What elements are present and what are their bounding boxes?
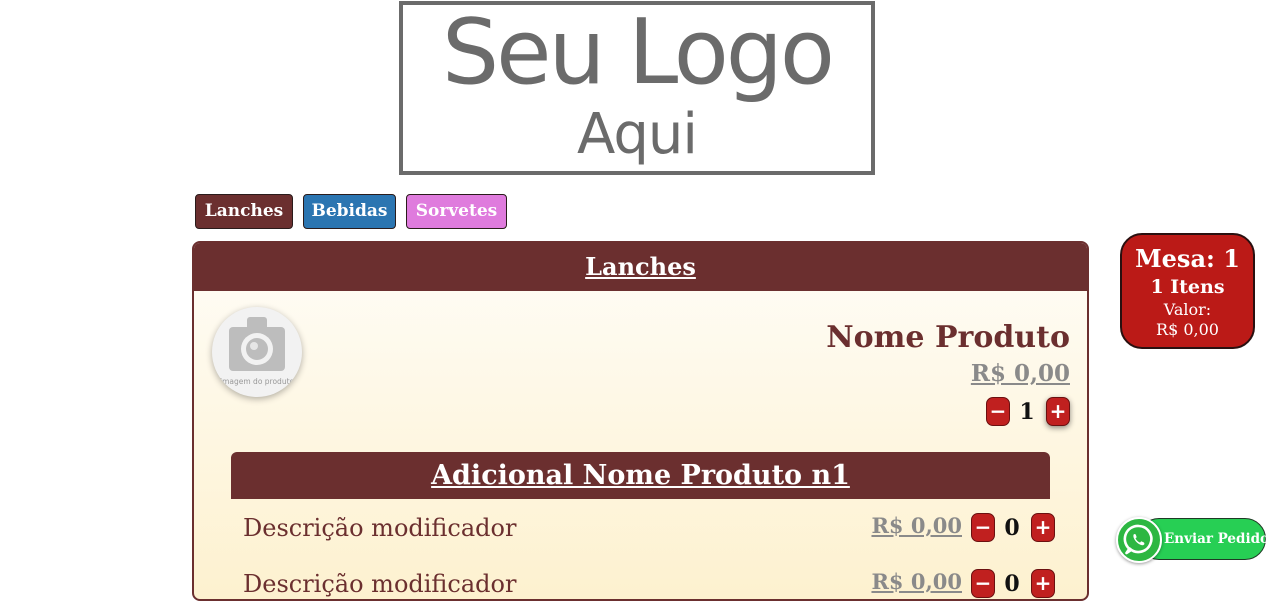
tab-sorvetes[interactable]: Sorvetes [406, 194, 507, 229]
value-label: Valor: [1163, 300, 1212, 319]
product-quantity: 1 [1019, 399, 1035, 425]
product-name: Nome Produto [826, 320, 1070, 355]
logo: Seu Logo Aqui [399, 1, 875, 175]
category-title: Lanches [194, 243, 1087, 291]
product-image: Imagem do produto [212, 307, 302, 397]
addon-title: Adicional Nome Produto n1 [231, 452, 1050, 499]
table-summary-badge[interactable]: Mesa: 1 1 Itens Valor: R$ 0,00 [1120, 233, 1255, 349]
category-panel: Lanches Imagem do produto Nome Produto R… [192, 241, 1089, 601]
modifier-quantity: 0 [1004, 515, 1020, 541]
decrease-quantity-button[interactable]: − [986, 397, 1010, 426]
total-value: R$ 0,00 [1156, 320, 1219, 339]
modifier-decrease-button[interactable]: − [971, 513, 995, 542]
modifier-description: Descrição modificador [243, 514, 517, 542]
product-image-caption: Imagem do produto [219, 377, 295, 386]
tab-lanches[interactable]: Lanches [195, 194, 293, 229]
modifier-quantity: 0 [1004, 571, 1020, 597]
camera-icon [229, 317, 285, 371]
modifier-price: R$ 0,00 [871, 513, 962, 538]
increase-quantity-button[interactable]: + [1046, 397, 1070, 426]
items-count: 1 Itens [1150, 276, 1225, 298]
modifier-price: R$ 0,00 [871, 569, 962, 594]
send-order-button[interactable]: Enviar Pedido [1116, 517, 1270, 563]
modifier-increase-button[interactable]: + [1031, 569, 1055, 598]
product-price: R$ 0,00 [970, 360, 1070, 387]
logo-line1: Seu Logo [442, 0, 835, 105]
logo-line2: Aqui [577, 102, 698, 167]
send-order-label: Enviar Pedido [1164, 531, 1270, 547]
whatsapp-icon [1116, 517, 1162, 563]
modifier-increase-button[interactable]: + [1031, 513, 1055, 542]
tab-bebidas[interactable]: Bebidas [303, 194, 396, 229]
table-number: Mesa: 1 [1135, 244, 1240, 273]
modifier-decrease-button[interactable]: − [971, 569, 995, 598]
modifier-description: Descrição modificador [243, 570, 517, 598]
